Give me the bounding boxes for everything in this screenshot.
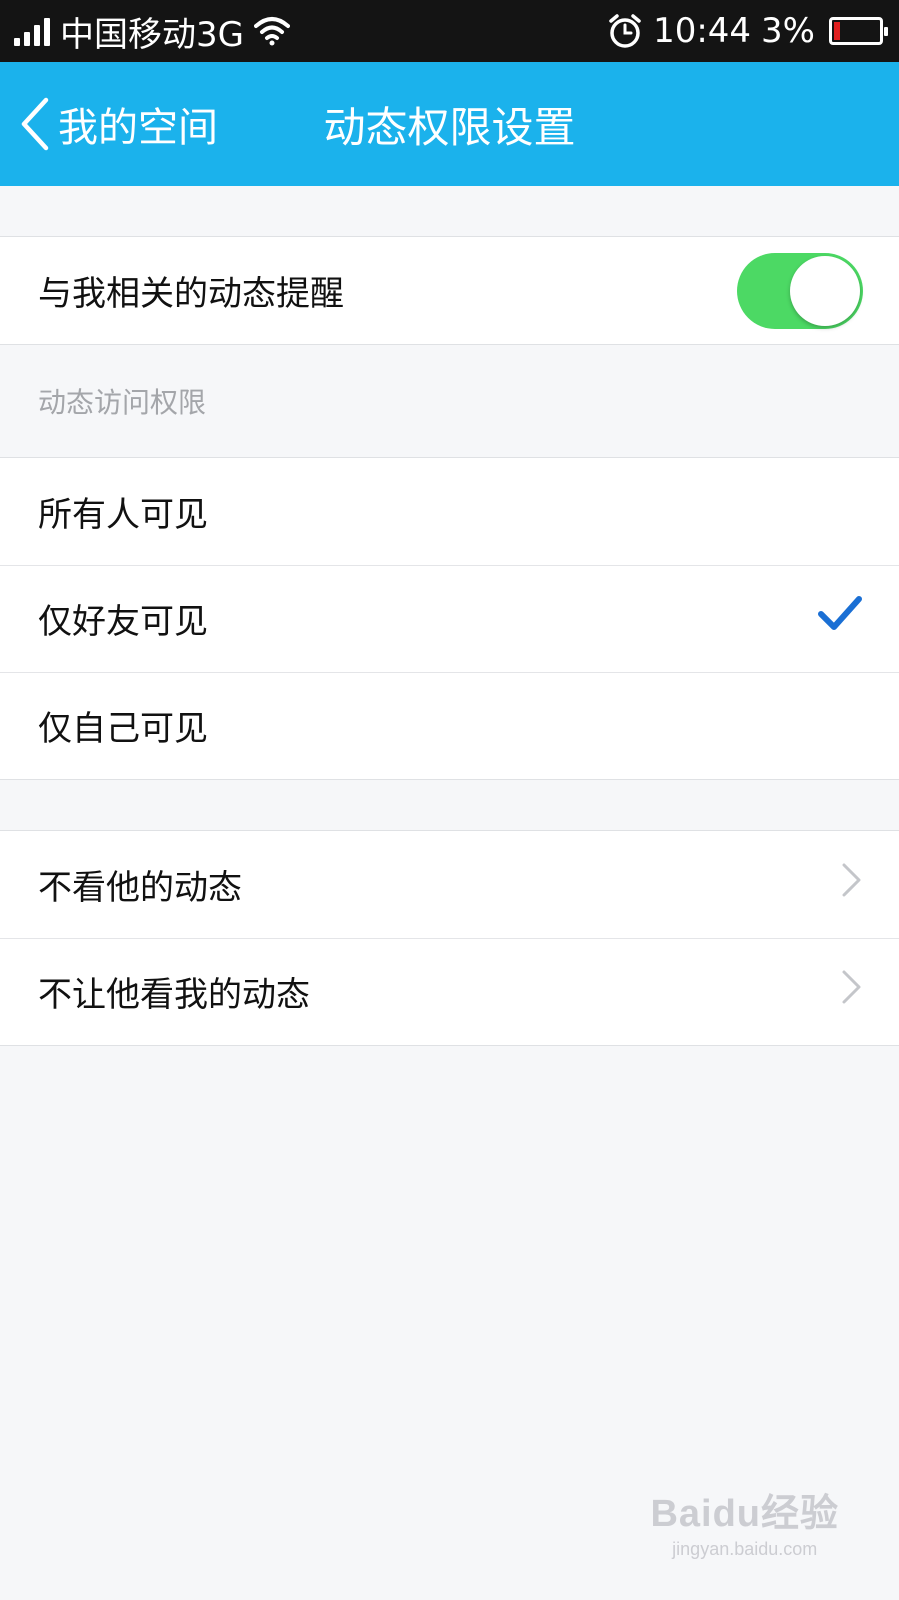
battery-percent: 3% [761, 11, 815, 51]
battery-icon [829, 17, 888, 45]
status-bar: 中国移动3G 10:44 3% [0, 0, 899, 62]
option-label: 仅自己可见 [38, 709, 208, 749]
alarm-icon [609, 14, 641, 48]
option-friends-only[interactable]: 仅好友可见 [0, 565, 899, 672]
option-everyone[interactable]: 所有人可见 [0, 458, 899, 565]
row-label: 不让他看我的动态 [38, 975, 310, 1015]
option-label: 仅好友可见 [38, 602, 208, 642]
chevron-right-icon [841, 862, 863, 907]
watermark-url: jingyan.baidu.com [672, 1539, 818, 1559]
notify-label: 与我相关的动态提醒 [38, 274, 344, 314]
signal-icon [14, 16, 50, 46]
notify-row: 与我相关的动态提醒 [0, 237, 899, 344]
notify-toggle[interactable] [737, 252, 863, 329]
access-options-group: 所有人可见 仅好友可见 仅自己可见 [0, 457, 899, 780]
status-left: 中国移动3G [14, 7, 290, 56]
section-header: 动态访问权限 [38, 386, 207, 419]
status-right: 10:44 3% [607, 11, 888, 51]
watermark-logo: Baidu经验 [650, 1493, 839, 1535]
chevron-right-icon [841, 969, 863, 1014]
carrier-label: 中国移动3G [60, 14, 244, 55]
clock: 10:44 [653, 11, 752, 51]
block-my-feed-row[interactable]: 不让他看我的动态 [0, 938, 899, 1045]
option-label: 所有人可见 [38, 495, 208, 535]
hide-their-feed-row[interactable]: 不看他的动态 [0, 831, 899, 938]
notify-group: 与我相关的动态提醒 [0, 236, 899, 345]
option-self-only[interactable]: 仅自己可见 [0, 672, 899, 779]
blocking-group: 不看他的动态 不让他看我的动态 [0, 830, 899, 1046]
page-title: 动态权限设置 [323, 102, 576, 152]
checkmark-icon [817, 594, 863, 643]
wifi-icon [253, 17, 290, 46]
row-label: 不看他的动态 [38, 868, 242, 908]
nav-bar: 我的空间 动态权限设置 [0, 62, 899, 186]
toggle-knob [790, 255, 860, 326]
watermark: Baidu经验 jingyan.baidu.com [650, 1482, 839, 1560]
